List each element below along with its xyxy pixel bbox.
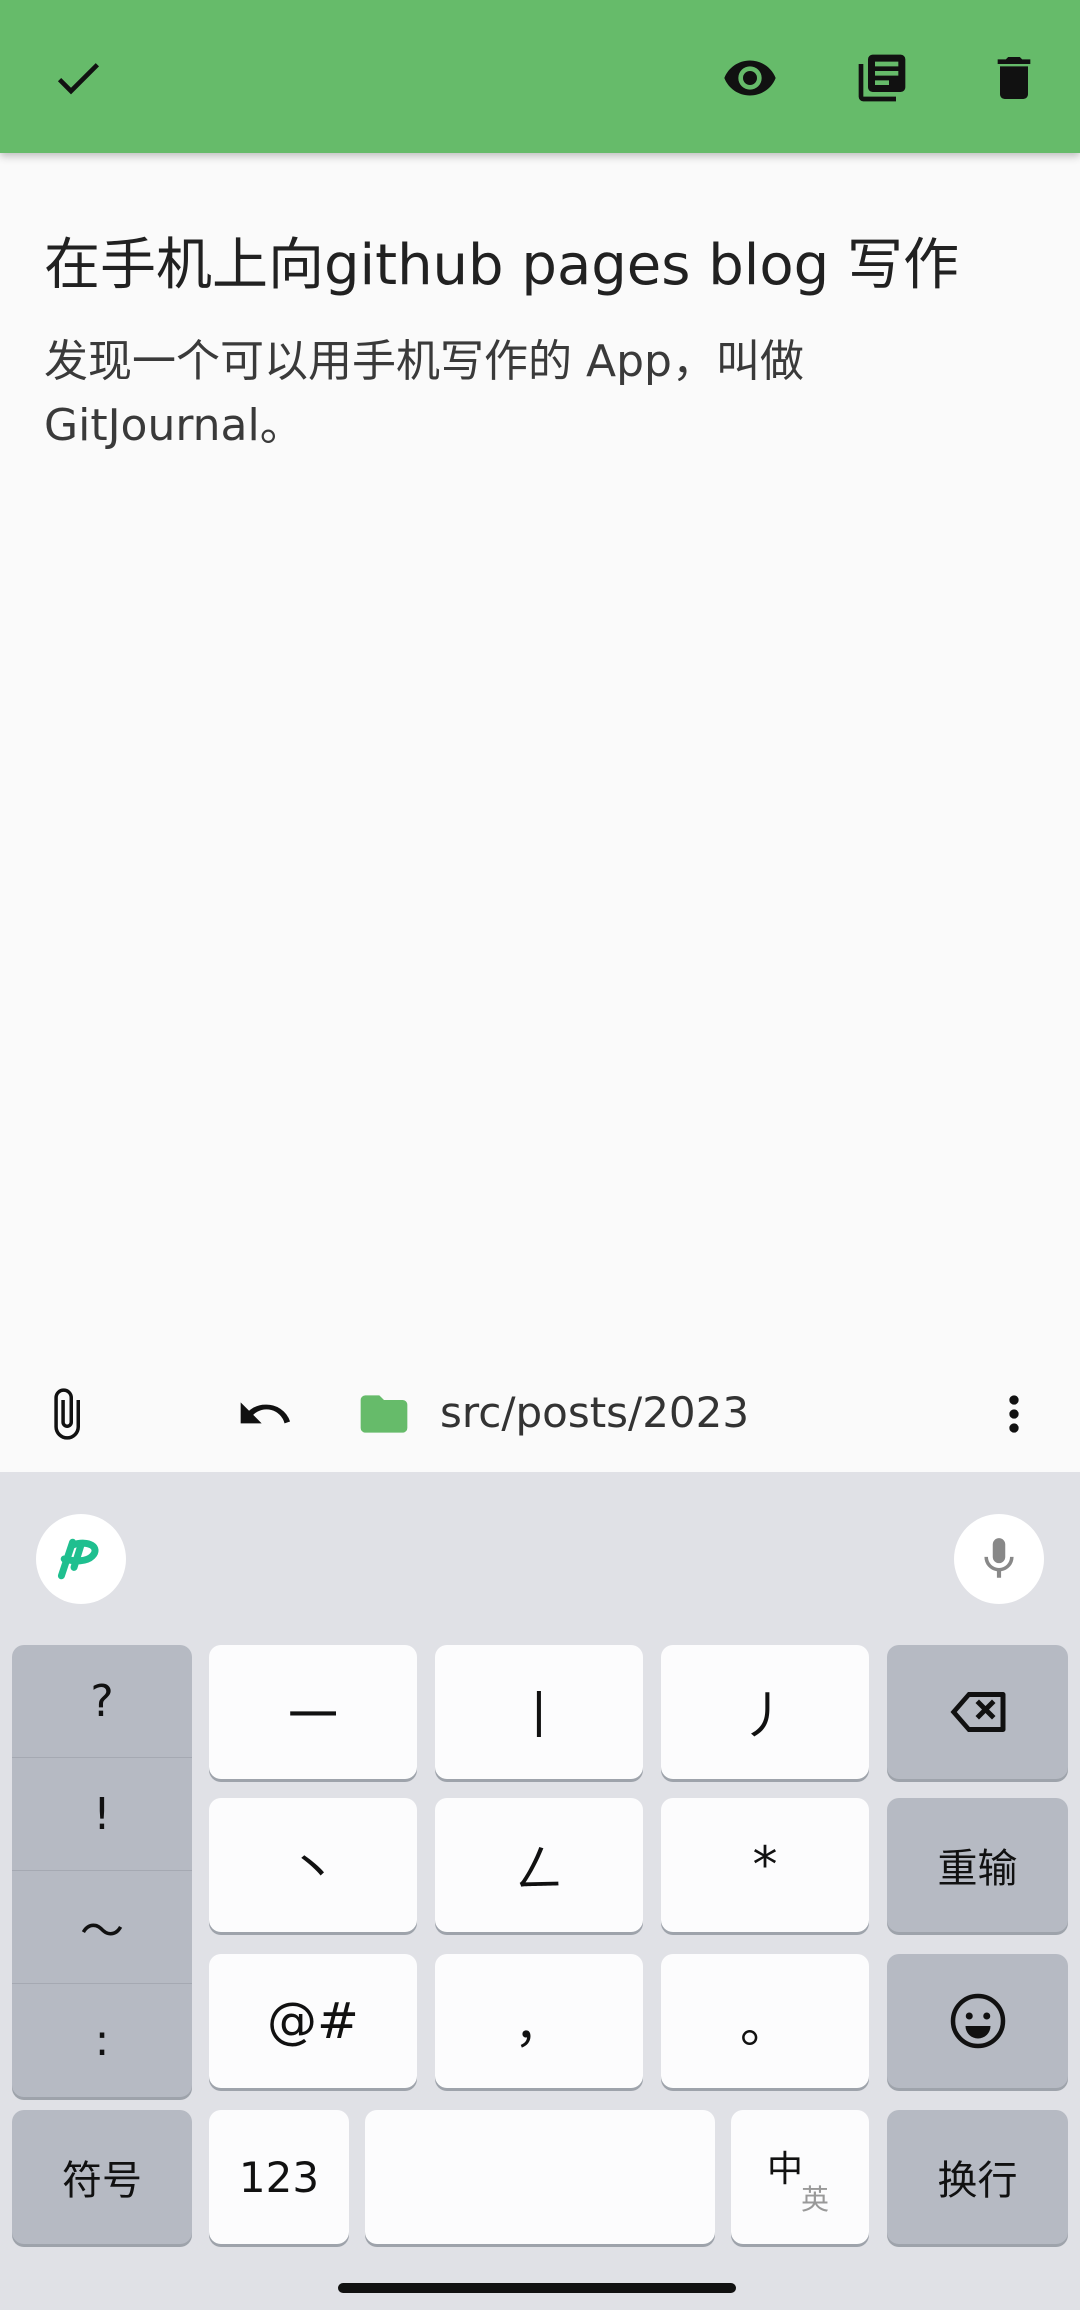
stroke-key[interactable]: 丶 [209,1798,417,1932]
library-books-icon[interactable] [844,40,920,116]
comma-key[interactable]: ， [435,1954,643,2088]
symbol-mode-key[interactable]: 符号 [12,2110,192,2244]
stroke-key[interactable]: 一 [209,1645,417,1779]
stroke-key[interactable]: 丨 [435,1645,643,1779]
folder-path-label[interactable]: src/posts/2023 [440,1388,749,1437]
microphone-icon[interactable] [954,1514,1044,1604]
eye-icon[interactable] [712,40,788,116]
symbol-key[interactable]: ! [12,1758,192,1871]
emoji-key[interactable] [887,1954,1068,2088]
home-indicator[interactable] [338,2283,736,2293]
lang-main-label: 中 [767,2149,804,2190]
stroke-key[interactable]: ㄥ [435,1798,643,1932]
keyboard-logo-icon[interactable] [36,1514,126,1604]
note-title-field[interactable]: 在手机上向github pages blog 写作 [44,228,1044,304]
more-vert-icon[interactable] [982,1382,1046,1446]
period-key[interactable]: 。 [661,1954,869,2088]
soft-keyboard: ? ! ～ : 一 丨 丿 丶 ㄥ * 重输 @# ， 。 符号 123 中 英… [0,1472,1080,2310]
reenter-key[interactable]: 重输 [887,1798,1068,1932]
backspace-icon [950,1692,1005,1732]
backspace-key[interactable] [887,1645,1068,1779]
folder-icon[interactable] [352,1382,416,1446]
space-key[interactable] [365,2110,715,2244]
note-body-field[interactable]: 发现一个可以用手机写作的 App，叫做 GitJournal。 [44,330,944,458]
stroke-key[interactable]: * [661,1798,869,1932]
symbol-key[interactable]: ? [12,1645,192,1758]
emoji-icon [950,1993,1005,2049]
undo-icon[interactable] [232,1382,296,1446]
attach-icon[interactable] [34,1382,98,1446]
quick-symbols-column: ? ! ～ : [12,1645,192,2097]
trash-icon[interactable] [976,40,1052,116]
symbols-key[interactable]: @# [209,1954,417,2088]
editor-toolbar: src/posts/2023 [0,1360,1080,1470]
check-icon[interactable] [40,40,116,116]
number-mode-key[interactable]: 123 [209,2110,349,2244]
enter-key[interactable]: 换行 [887,2110,1068,2244]
symbol-key[interactable]: : [12,1984,192,2097]
app-bar [0,0,1080,153]
symbol-key[interactable]: ～ [12,1871,192,1984]
language-switch-key[interactable]: 中 英 [731,2110,869,2244]
lang-sub-label: 英 [801,2183,830,2216]
stroke-key[interactable]: 丿 [661,1645,869,1779]
body-line: GitJournal。 [44,400,304,451]
body-line: 发现一个可以用手机写作的 App，叫做 [44,336,804,387]
